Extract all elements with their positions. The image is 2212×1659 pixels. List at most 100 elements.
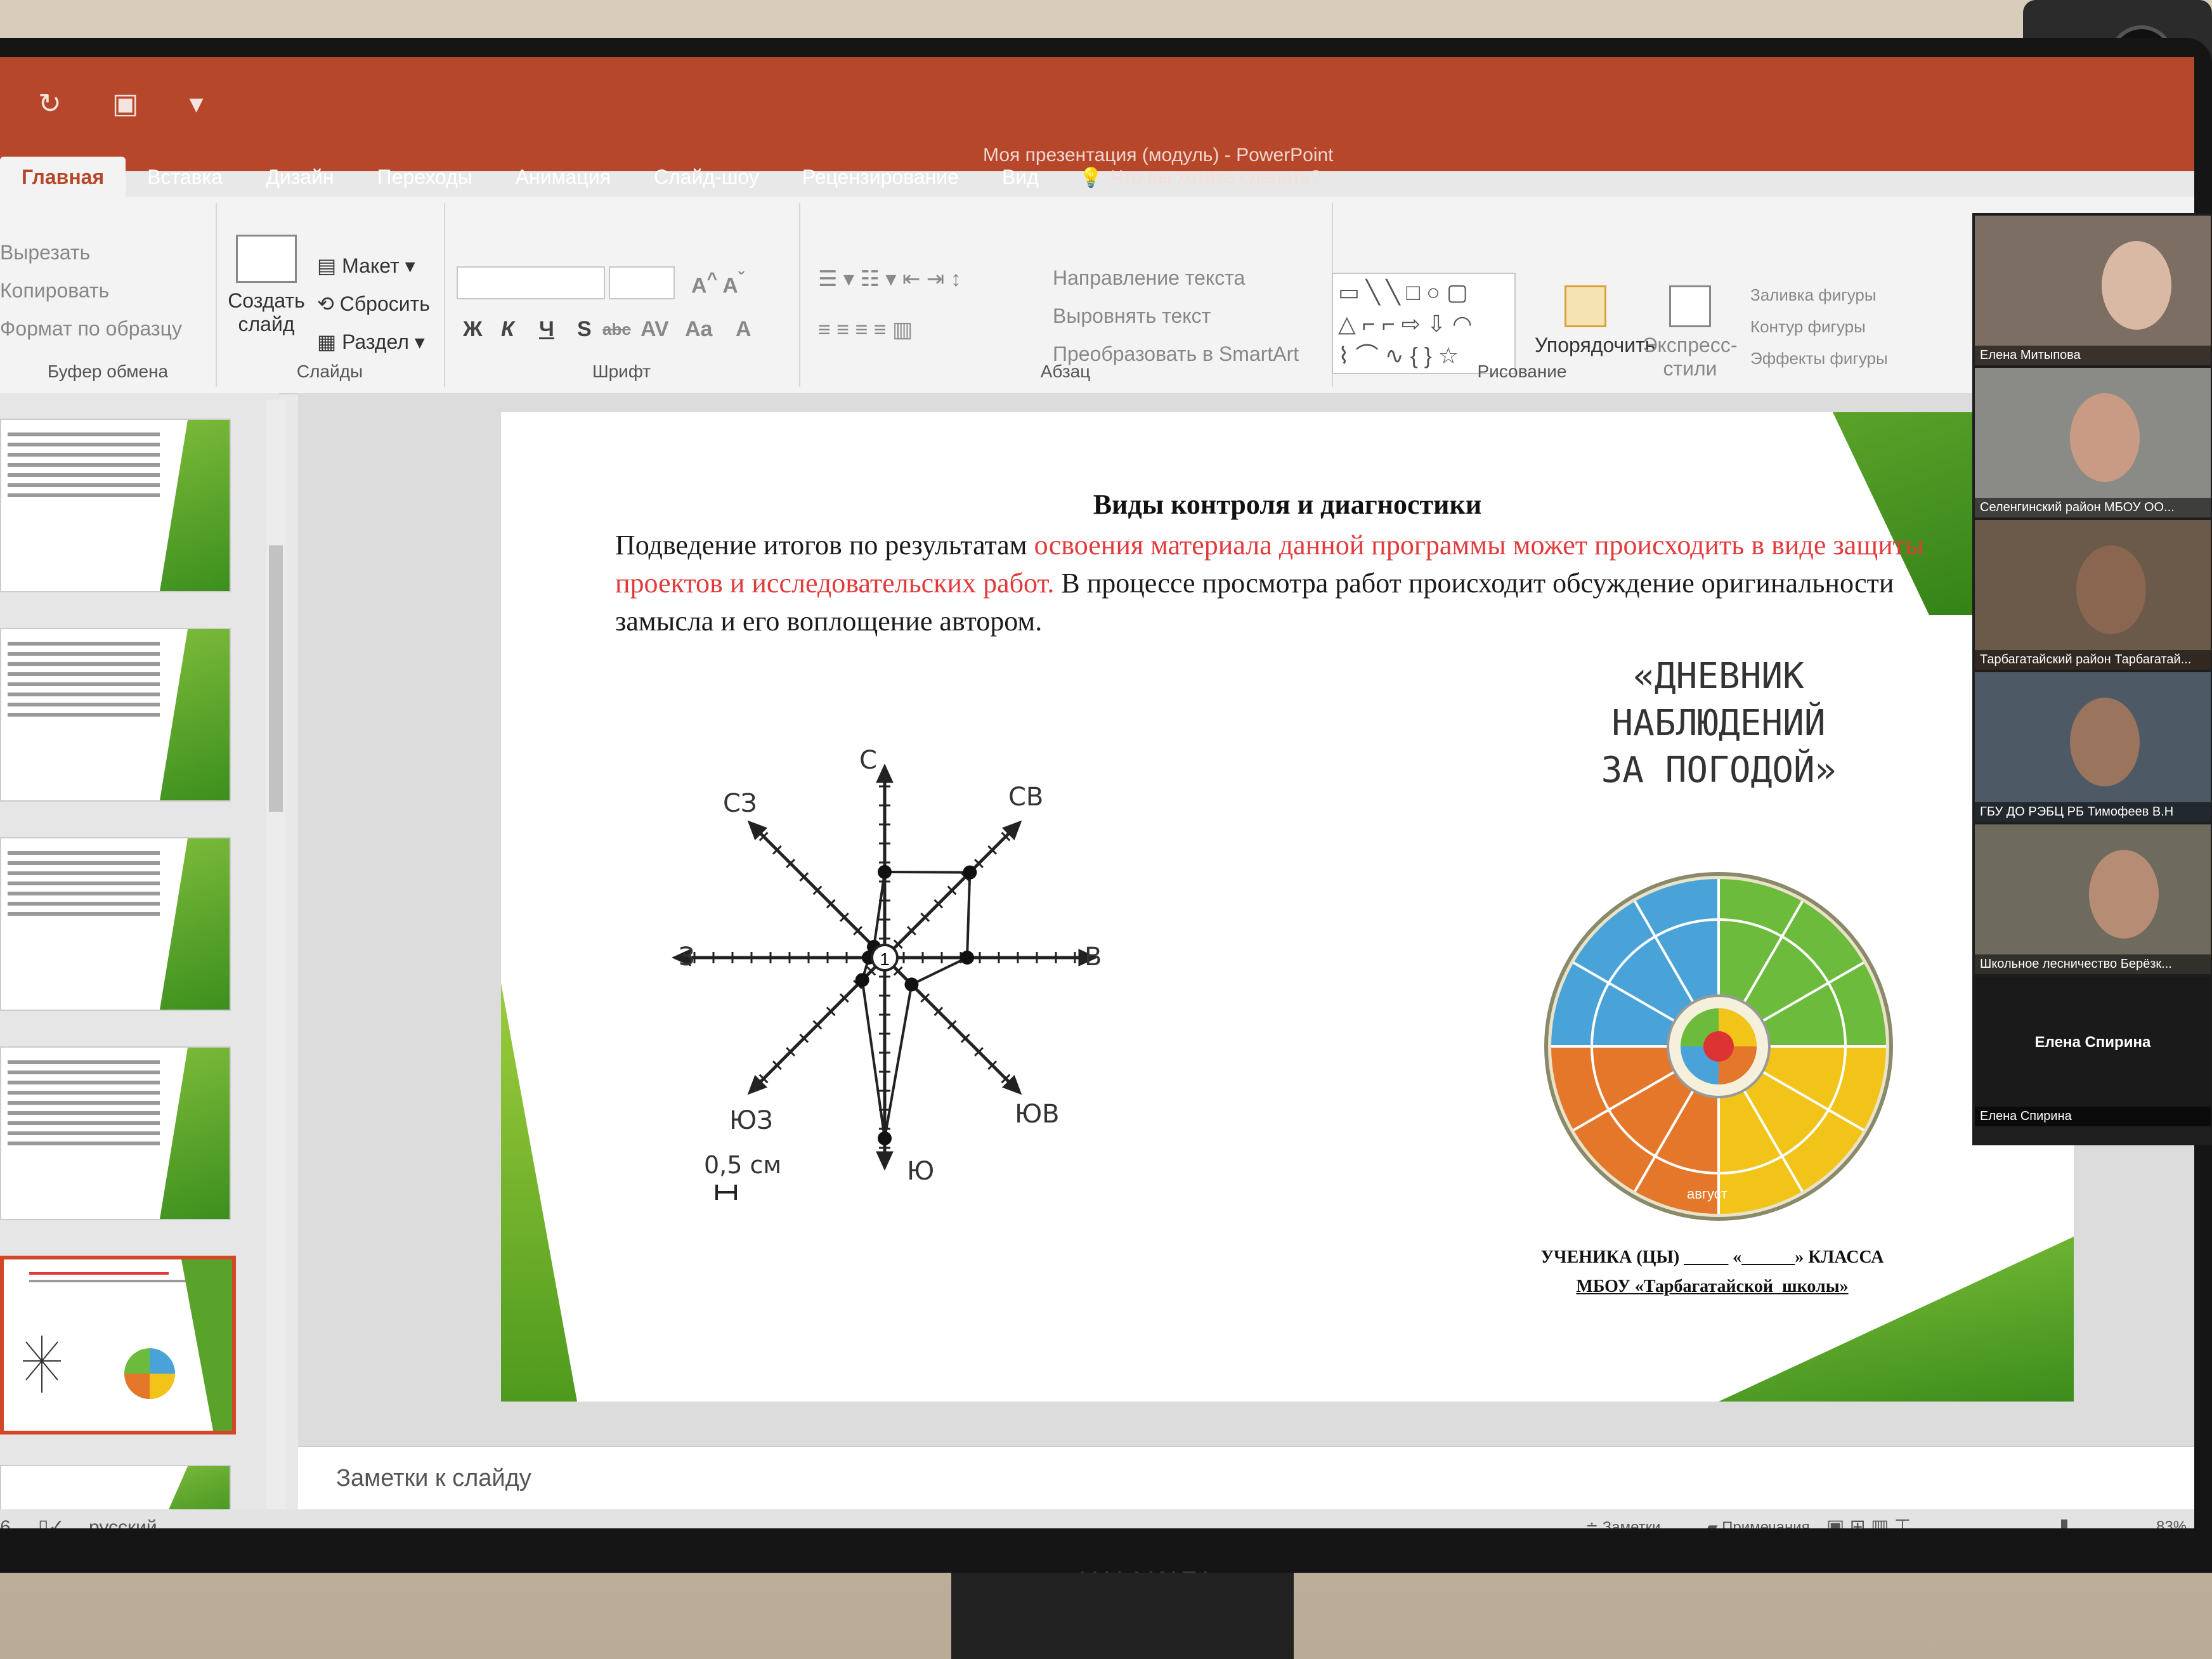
section-button[interactable]: ▦ Раздел ▾ [317, 330, 425, 354]
ribbon-tabs: Главная Вставка Дизайн Переходы Анимация… [0, 152, 2194, 197]
arrange-button[interactable]: Упорядочить [1535, 285, 1655, 357]
new-slide-button[interactable]: Создать слайд [222, 235, 311, 336]
notes-pane[interactable]: Заметки к слайду [298, 1446, 2194, 1511]
season-wheel[interactable]: август [1541, 869, 1896, 1224]
align-text-button[interactable]: Выровнять текст [1053, 304, 1211, 328]
spellcheck-icon[interactable]: ▯✓ [38, 1516, 65, 1528]
reset-button[interactable]: ⟲ Сбросить [317, 292, 430, 316]
slide-thumbnail[interactable] [0, 837, 231, 1011]
tab-home[interactable]: Главная [0, 157, 126, 197]
video-call-panel: Елена Митыпова Селенгинский район МБОУ О… [1972, 213, 2212, 1145]
scale-bar [715, 1185, 737, 1200]
tab-insert[interactable]: Вставка [126, 166, 244, 197]
redo-icon[interactable]: ↻ [38, 88, 62, 120]
notes-toggle-button[interactable]: ≐ Заметки [1585, 1518, 1661, 1528]
tab-review[interactable]: Рецензирование [781, 166, 980, 197]
screen: ↻ ▣ ▾ Моя презентация (модуль) - PowerPo… [0, 57, 2194, 1528]
shape-outline-button[interactable]: Контур фигуры [1750, 317, 1866, 337]
group-drawing: ▭╲╲□○▢ △⌐⌐⇨⇩◠ ⌇⌒∿{}☆ Упорядочить Экспресс-… [1332, 203, 1903, 387]
slide-number: 6 [0, 1517, 11, 1528]
font-size-input[interactable] [609, 266, 675, 299]
notes-placeholder: Заметки к слайду [336, 1465, 531, 1492]
participant-tile-active-speaker[interactable]: Елена Спирина Елена Спирина [1975, 977, 2211, 1126]
customize-qat-icon[interactable]: ▾ [189, 88, 203, 120]
group-label-clipboard: Буфер обмена [47, 361, 169, 381]
layout-button[interactable]: ▤ Макет ▾ [317, 254, 415, 278]
start-slideshow-icon[interactable]: ▣ [112, 88, 139, 120]
group-label-drawing: Рисование [1477, 361, 1567, 381]
slide-thumbnail[interactable] [0, 1046, 231, 1220]
bullets-icon[interactable]: ☰ ▾ ☷ ▾ ⇤ ⇥ ↕ [818, 266, 961, 292]
direction-label-ne: СВ [1008, 783, 1043, 812]
language-indicator[interactable]: русский [89, 1517, 157, 1528]
text-direction-button[interactable]: Направление текста [1053, 266, 1245, 290]
tab-slideshow[interactable]: Слайд-шоу [632, 166, 781, 197]
title-bar: ↻ ▣ ▾ Моя презентация (модуль) - PowerPo… [0, 57, 2194, 197]
arrow-head [876, 1151, 894, 1171]
group-clipboard: Вырезать Копировать Формат по образцу Бу… [0, 203, 217, 387]
cut-button[interactable]: Вырезать [0, 241, 90, 264]
slide-thumbnail[interactable] [0, 419, 231, 592]
tab-transitions[interactable]: Переходы [356, 166, 494, 197]
direction-label-w: З [679, 942, 695, 972]
direction-label-se: ЮВ [1015, 1100, 1060, 1129]
align-icons[interactable]: ≡ ≡ ≡ ≡ ▥ [818, 317, 913, 342]
school-line: МБОУ «Тарбагатайской школы» [1576, 1277, 1849, 1296]
font-name-input[interactable] [457, 266, 605, 299]
thumbnail-preview [23, 1259, 232, 1431]
wind-rose-point [878, 865, 892, 879]
ribbon: Вырезать Копировать Формат по образцу Бу… [0, 197, 2194, 394]
shape-effects-button[interactable]: Эффекты фигуры [1750, 349, 1888, 368]
participant-tile[interactable]: Школьное лесничество Берёзк... [1975, 824, 2211, 974]
slide-body-text[interactable]: Подведение итогов по результатам освоени… [615, 526, 1972, 641]
tab-design[interactable]: Дизайн [244, 166, 356, 197]
lightbulb-icon: 💡 [1079, 167, 1103, 188]
underline-button[interactable]: Ч [539, 317, 554, 342]
shapes-gallery[interactable]: ▭╲╲□○▢ △⌐⌐⇨⇩◠ ⌇⌒∿{}☆ [1332, 273, 1516, 374]
green-decoration-left [501, 983, 577, 1402]
participant-tile[interactable]: Тарбагатайский район Тарбагатай... [1975, 520, 2211, 670]
copy-button[interactable]: Копировать [0, 279, 109, 303]
slide-thumbnail[interactable] [0, 628, 231, 802]
direction-label-s: Ю [907, 1157, 934, 1186]
slide-thumbnails-pane [0, 393, 279, 1528]
pupil-line: УЧЕНИКА (ЦЫ) _____ «______» КЛАССА [1540, 1247, 1884, 1267]
participant-tile[interactable]: Елена Митыпова [1975, 216, 2211, 365]
italic-button[interactable]: К [501, 317, 514, 342]
strikethrough-button[interactable]: abc [602, 320, 631, 339]
tell-me-box[interactable]: 💡 Что вы хотите сделать? [1060, 167, 1340, 197]
format-painter-button[interactable]: Формат по образцу [0, 317, 182, 341]
slide-title[interactable]: Виды контроля и диагностики [501, 488, 2074, 521]
bold-button[interactable]: Ж [463, 317, 483, 342]
group-label-slides: Слайды [296, 361, 363, 381]
wind-rose-diagram[interactable]: 1 С СВ В ЮВ Ю ЮЗ З СЗ 0,5 см [628, 742, 1199, 1224]
month-label-august: август [1687, 1186, 1727, 1202]
comments-button[interactable]: ▰ Примечания [1706, 1518, 1810, 1528]
group-slides: Создать слайд ▤ Макет ▾ ⟲ Сбросить ▦ Раз… [216, 203, 445, 387]
zoom-level[interactable]: 83% [2156, 1518, 2187, 1528]
wind-rose-point [904, 977, 919, 992]
quick-access-toolbar: ↻ ▣ ▾ [38, 88, 204, 120]
shape-fill-button[interactable]: Заливка фигуры [1750, 285, 1877, 305]
quick-styles-icon [1669, 285, 1711, 327]
participant-tile[interactable]: ГБУ ДО РЭБЦ РБ Тимофеев В.Н [1975, 672, 2211, 822]
change-case-button[interactable]: Aa [685, 317, 712, 342]
tab-animations[interactable]: Анимация [494, 166, 632, 197]
wind-rose-point [878, 1131, 892, 1145]
shadow-button[interactable]: S [577, 317, 592, 342]
participant-tile[interactable]: Селенгинский район МБОУ ОО... [1975, 368, 2211, 517]
slide-thumbnail-selected[interactable] [0, 1256, 236, 1435]
grow-font-icon[interactable]: A^ Aˇ [691, 269, 744, 298]
direction-label-e: В [1084, 942, 1102, 972]
slide-canvas[interactable]: Виды контроля и диагностики Подведение и… [501, 412, 2074, 1402]
direction-label-nw: СЗ [723, 789, 757, 818]
pupil-caption[interactable]: УЧЕНИКА (ЦЫ) _____ «______» КЛАССА МБОУ … [1490, 1243, 1934, 1301]
char-spacing-button[interactable]: AV [641, 317, 669, 342]
view-buttons[interactable]: ▣ ⊞ ▥ ⊤ [1826, 1516, 1911, 1528]
diary-title[interactable]: «ДНЕВНИК НАБЛЮДЕНИЙ ЗА ПОГОДОЙ» [1541, 653, 1896, 794]
font-color-button[interactable]: A [736, 317, 751, 342]
wind-rose-point [960, 951, 974, 965]
thumbnails-scrollbar[interactable] [266, 400, 285, 1528]
tab-view[interactable]: Вид [980, 166, 1060, 197]
group-label-font: Шрифт [592, 361, 651, 381]
